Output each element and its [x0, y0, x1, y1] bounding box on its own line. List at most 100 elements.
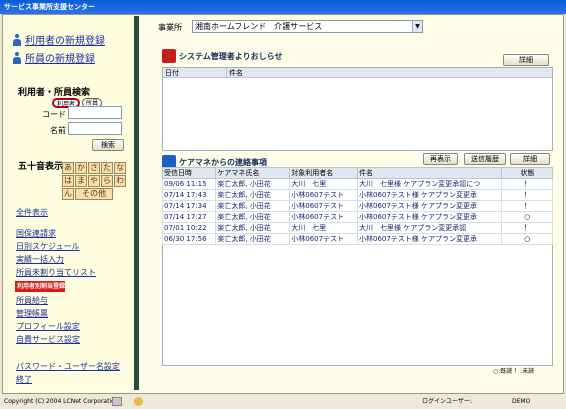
kana-sa[interactable]: さ: [88, 162, 100, 174]
kana-ma[interactable]: ま: [75, 175, 87, 187]
nav-bulk-input[interactable]: 実績一括入力: [16, 254, 64, 265]
kana-wa[interactable]: わ: [114, 175, 126, 187]
cell-status: ○: [500, 233, 554, 245]
office-select-value: 湘南ホームフレンド 介護サービス: [195, 22, 323, 31]
show-all-link[interactable]: 全件表示: [16, 207, 48, 218]
nav-reports[interactable]: 管理帳票: [16, 308, 48, 319]
logout-link[interactable]: 終了: [16, 374, 32, 385]
cell-received: 07/01 10:22: [161, 222, 217, 234]
cell-target-user: 大川 七里: [289, 178, 358, 190]
cell-cm-name: 楽亡太郎, 小田花: [215, 178, 291, 190]
cell-target-user: 小林0607テスト: [289, 233, 358, 245]
col-cm-name: ケアマネ氏名: [215, 167, 291, 179]
col-date: 日付: [163, 68, 227, 77]
table-header-row: 受信日時 ケアマネ氏名 対象利用者名 件名 状態: [161, 167, 554, 179]
login-label: ログインユーザー:: [422, 398, 472, 405]
cell-target-user: 大川 七里: [289, 222, 358, 234]
office-label: 事業所: [158, 23, 182, 32]
cell-subject: 小林0607テスト様 ケアプラン変更承: [356, 233, 502, 245]
kana-na[interactable]: な: [114, 162, 126, 174]
register-user-label[interactable]: 利用者の新規登録: [25, 32, 105, 47]
chevron-down-icon[interactable]: ▼: [412, 21, 422, 32]
cell-received: 06/30 17:56: [161, 233, 217, 245]
cell-received: 09/06 11:15: [161, 178, 217, 190]
sysadmin-detail-button[interactable]: 詳細: [503, 54, 549, 66]
code-input[interactable]: [68, 106, 122, 119]
login-user: DEMO: [512, 398, 531, 405]
cell-received: 07/14 17:34: [161, 200, 217, 212]
search-button[interactable]: 検索: [92, 139, 124, 151]
person-icon: [12, 51, 22, 64]
col-received: 受信日時: [161, 167, 217, 179]
cell-subject: 小林0607テスト様 ケアプラン変更承: [356, 211, 502, 223]
cell-cm-name: 楽亡太郎, 小田花: [215, 189, 291, 201]
gojuon-heading: 五十音表示: [18, 162, 64, 172]
cell-target-user: 小林0607テスト: [289, 200, 358, 212]
search-heading: 利用者・所員検索: [18, 88, 91, 98]
status-legend: ○:既読 ！:未読: [493, 368, 535, 375]
caremanager-table: 受信日時 ケアマネ氏名 対象利用者名 件名 状態 09/06 11:15 楽亡太…: [161, 167, 554, 245]
table-row[interactable]: 07/14 17:27 楽亡太郎, 小田花 小林0607テスト 小林0607テス…: [161, 211, 554, 223]
kana-ra[interactable]: ら: [101, 175, 113, 187]
table-row[interactable]: 07/14 17:43 楽亡太郎, 小田花 小林0607テスト 小林0607テス…: [161, 189, 554, 201]
table-row[interactable]: 06/30 17:56 楽亡太郎, 小田花 小林0607テスト 小林0607テス…: [161, 233, 554, 245]
table-row[interactable]: 07/01 10:22 楽亡太郎, 小田花 大川 七里 大川 七里様 ケアプラン…: [161, 222, 554, 234]
register-staff-label[interactable]: 所員の新規登録: [25, 50, 95, 65]
cell-status: ！: [500, 178, 554, 190]
name-input[interactable]: [68, 122, 122, 135]
send-history-button[interactable]: 送信履歴: [464, 153, 506, 165]
name-label: 名前: [50, 126, 66, 135]
col-status: 状態: [500, 167, 554, 179]
nav-user-assignment[interactable]: 利用者別割当登録: [15, 281, 65, 292]
status-bar: Copyright (C) 2004 LCNet Corporation ログイ…: [0, 394, 566, 409]
table-row[interactable]: 07/14 17:34 楽亡太郎, 小田花 小林0607テスト 小林0607テス…: [161, 200, 554, 212]
kana-ha[interactable]: は: [62, 175, 74, 187]
cell-subject: 小林0607テスト様 ケアプラン変更承: [356, 189, 502, 201]
cell-received: 07/14 17:27: [161, 211, 217, 223]
col-subject: 件名: [356, 167, 502, 179]
notice-icon: [162, 49, 176, 63]
nav-staff-salary[interactable]: 所員給与: [16, 295, 48, 306]
cell-subject: 大川 七里様 ケアプラン変更承認につ: [356, 178, 502, 190]
caremanager-detail-button[interactable]: 詳細: [510, 153, 550, 165]
sysadmin-title: システム管理者よりおしらせ: [162, 49, 282, 63]
kana-ya[interactable]: や: [88, 175, 100, 187]
col-target-user: 対象利用者名: [289, 167, 358, 179]
kana-a[interactable]: あ: [62, 162, 74, 174]
cell-received: 07/14 17:43: [161, 189, 217, 201]
office-select[interactable]: 湘南ホームフレンド 介護サービス ▼: [192, 20, 423, 33]
sysadmin-header: 日付 件名: [163, 68, 552, 78]
cell-status: ○: [500, 211, 554, 223]
nav-daily-schedule[interactable]: 日別スケジュール: [16, 241, 79, 252]
cell-cm-name: 楽亡太郎, 小田花: [215, 211, 291, 223]
register-user-link[interactable]: 利用者の新規登録: [12, 32, 105, 47]
nav-profile[interactable]: プロフィール設定: [16, 321, 80, 332]
copyright-text: Copyright (C) 2004 LCNet Corporation: [4, 398, 119, 405]
kana-n[interactable]: ん: [62, 188, 74, 200]
kana-ta[interactable]: た: [101, 162, 113, 174]
nav-self-pay[interactable]: 自費サービス設定: [16, 334, 80, 345]
cell-status: ！: [500, 222, 554, 234]
password-settings-link[interactable]: パスワード・ユーザー名設定: [16, 361, 120, 372]
col-subject: 件名: [229, 69, 243, 77]
edit-icon: [112, 397, 122, 406]
cell-subject: 小林0607テスト様 ケアプラン変更承: [356, 200, 502, 212]
sidebar: 利用者の新規登録 所員の新規登録 利用者・所員検索 利用者 所員 コード 名前 …: [4, 16, 139, 390]
info-icon: [134, 397, 143, 406]
code-label: コード: [42, 110, 66, 119]
kana-ka[interactable]: か: [75, 162, 87, 174]
nav-kokuho[interactable]: 国保連請求: [16, 228, 56, 239]
table-row[interactable]: 09/06 11:15 楽亡太郎, 小田花 大川 七里 大川 七里様 ケアプラン…: [161, 178, 554, 190]
kana-other[interactable]: その他: [75, 188, 113, 200]
reshow-button[interactable]: 再表示: [423, 153, 458, 165]
cell-status: ！: [500, 189, 554, 201]
kana-grid: あ か さ た な は ま や ら わ ん その他: [62, 162, 139, 200]
nav-unassigned-list[interactable]: 所員未割り当てリスト: [16, 267, 96, 278]
register-staff-link[interactable]: 所員の新規登録: [12, 50, 95, 65]
cell-subject: 大川 七里様 ケアプラン変更承認: [356, 222, 502, 234]
cell-cm-name: 楽亡太郎, 小田花: [215, 200, 291, 212]
person-icon: [12, 33, 22, 46]
sysadmin-list: 日付 件名: [162, 67, 553, 151]
cell-target-user: 小林0607テスト: [289, 189, 358, 201]
cell-cm-name: 楽亡太郎, 小田花: [215, 233, 291, 245]
